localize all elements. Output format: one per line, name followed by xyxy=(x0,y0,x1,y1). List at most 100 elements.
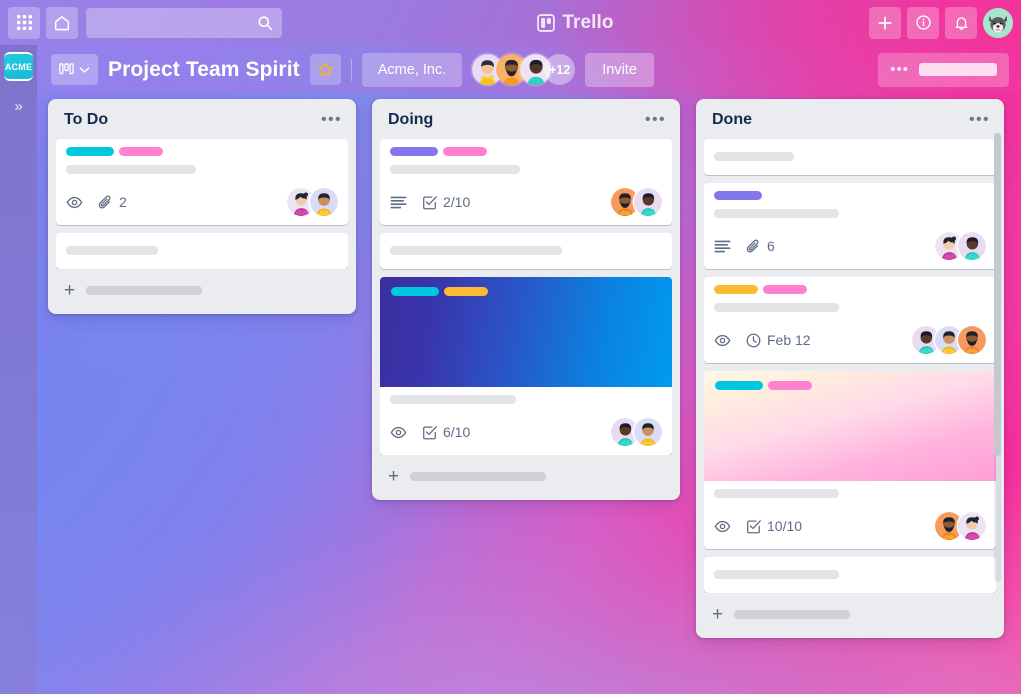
board-menu-button[interactable]: ••• xyxy=(878,52,1009,87)
card-footer: 10/10 xyxy=(714,512,986,540)
list-doing: Doing ••• 2/10 6/10 + xyxy=(372,99,680,500)
card[interactable]: 6/10 xyxy=(380,277,672,455)
card[interactable]: 2 xyxy=(56,139,348,225)
list-title[interactable]: Done xyxy=(712,111,752,129)
card-badge-eye[interactable] xyxy=(66,194,83,211)
card-badge-checklist[interactable]: 10/10 xyxy=(745,518,802,535)
add-card-button[interactable]: + xyxy=(704,593,996,632)
card-labels xyxy=(714,285,986,294)
card-title-placeholder xyxy=(66,246,158,255)
card-badge-description[interactable] xyxy=(390,195,407,210)
notifications-button[interactable] xyxy=(945,6,978,39)
add-card-button[interactable]: + xyxy=(56,269,348,308)
avatar[interactable] xyxy=(958,326,986,354)
list-menu-button[interactable]: ••• xyxy=(969,111,990,127)
list-title[interactable]: Doing xyxy=(388,111,433,129)
card-badge-checklist[interactable]: 6/10 xyxy=(421,424,470,441)
card[interactable] xyxy=(704,557,996,593)
list-cards: 6 Feb 12 10/10 xyxy=(704,139,996,593)
card[interactable]: 2/10 xyxy=(380,139,672,225)
card-label[interactable] xyxy=(443,147,487,156)
card-members xyxy=(611,418,662,446)
card-body xyxy=(704,557,996,593)
user-avatar[interactable] xyxy=(983,7,1014,38)
list-menu-button[interactable]: ••• xyxy=(645,111,666,127)
card[interactable] xyxy=(380,233,672,269)
card-badge-checklist[interactable]: 2/10 xyxy=(421,194,470,211)
invite-button[interactable]: Invite xyxy=(585,52,654,87)
add-card-button[interactable]: + xyxy=(380,455,672,494)
home-button[interactable] xyxy=(46,6,78,39)
info-circle-icon xyxy=(915,15,931,30)
info-button[interactable] xyxy=(907,6,940,39)
avatar[interactable] xyxy=(634,188,662,216)
chevron-down-icon xyxy=(79,66,90,73)
card-label[interactable] xyxy=(768,381,812,390)
card[interactable] xyxy=(56,233,348,269)
card-body xyxy=(380,233,672,269)
avatar[interactable] xyxy=(634,418,662,446)
list-scrollbar[interactable] xyxy=(994,133,1001,582)
card-badge-text: 10/10 xyxy=(767,518,803,534)
card[interactable]: 10/10 xyxy=(704,371,996,549)
card-title-placeholder xyxy=(66,165,196,174)
card-label[interactable] xyxy=(444,287,488,296)
members-overflow-badge[interactable]: +12 xyxy=(544,54,576,85)
description-icon xyxy=(390,196,407,208)
card[interactable]: 6 xyxy=(704,183,996,269)
avatar-yellow-shirt-person-icon xyxy=(310,188,338,216)
checklist-icon xyxy=(423,425,437,439)
list-scrollbar-thumb[interactable] xyxy=(994,133,1001,457)
card-badge-paperclip[interactable]: 2 xyxy=(97,194,127,211)
card-badge-eye[interactable] xyxy=(714,518,731,535)
avatar[interactable] xyxy=(958,512,986,540)
card-footer: 2 xyxy=(66,188,338,216)
card-label[interactable] xyxy=(391,287,439,296)
trello-brand[interactable]: Trello xyxy=(537,12,614,34)
card[interactable]: Feb 12 xyxy=(704,277,996,363)
page-title: Project Team Spirit xyxy=(108,57,300,81)
board-menu-dots: ••• xyxy=(890,61,909,78)
team-name-button[interactable]: Acme, Inc. xyxy=(361,52,463,87)
card[interactable] xyxy=(704,139,996,175)
card-badge-eye[interactable] xyxy=(390,424,407,441)
eye-icon xyxy=(714,520,731,532)
card-title-placeholder xyxy=(390,395,516,404)
board-columns-icon xyxy=(59,63,74,75)
board-switcher-button[interactable] xyxy=(51,54,98,85)
star-board-button[interactable] xyxy=(309,54,341,85)
create-button[interactable] xyxy=(869,6,902,39)
workspace-badge[interactable]: ACME xyxy=(4,52,33,81)
workspace-rail: ACME » xyxy=(0,45,37,694)
card-label[interactable] xyxy=(119,147,163,156)
card-label[interactable] xyxy=(66,147,114,156)
card-label[interactable] xyxy=(390,147,438,156)
card-body: Feb 12 xyxy=(704,277,996,363)
avatar[interactable] xyxy=(310,188,338,216)
apps-grid-button[interactable] xyxy=(8,6,40,39)
expand-sidebar-button[interactable]: » xyxy=(14,99,22,114)
card-badge-text: 6 xyxy=(767,238,775,254)
card-body: 2/10 xyxy=(380,139,672,225)
eye-icon xyxy=(714,334,731,346)
card-title-placeholder xyxy=(390,165,520,174)
avatar[interactable] xyxy=(958,232,986,260)
card-badge-clock[interactable]: Feb 12 xyxy=(745,332,811,349)
card-label[interactable] xyxy=(714,191,762,200)
plus-icon: + xyxy=(712,604,724,625)
card-body: 6/10 xyxy=(380,387,672,455)
card-label[interactable] xyxy=(714,285,758,294)
list-menu-button[interactable]: ••• xyxy=(321,111,342,127)
card-badge-text: 2/10 xyxy=(443,194,471,210)
list-title[interactable]: To Do xyxy=(64,111,108,129)
card-badge-paperclip[interactable]: 6 xyxy=(745,238,775,255)
card-title-placeholder xyxy=(714,152,794,161)
card-badge-description[interactable] xyxy=(714,239,731,254)
card-badge-text: 6/10 xyxy=(443,424,471,440)
board-canvas: To Do ••• 2 + Doing ••• 2/10 6/10 + Done ••• 6 Feb 1… xyxy=(37,94,1021,694)
card-badge-text: 2 xyxy=(119,194,127,210)
search-input[interactable] xyxy=(86,7,282,38)
card-badge-eye[interactable] xyxy=(714,332,731,349)
card-label[interactable] xyxy=(763,285,807,294)
card-label[interactable] xyxy=(715,381,763,390)
